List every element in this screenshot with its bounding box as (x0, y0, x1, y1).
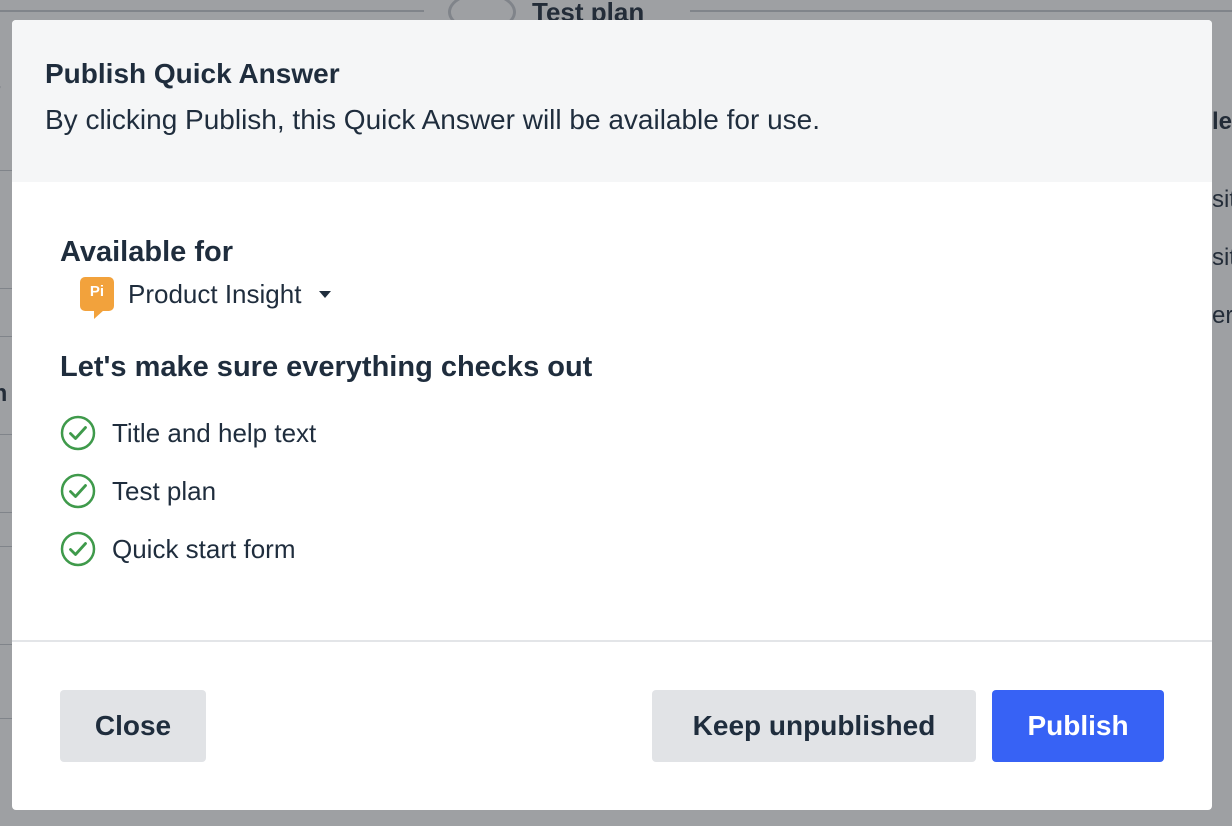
check-circle-icon (60, 531, 96, 567)
dialog-footer: Close Keep unpublished Publish (12, 642, 1212, 810)
check-item: Title and help text (60, 404, 1164, 462)
checks-heading: Let's make sure everything checks out (60, 351, 593, 383)
check-label: Title and help text (112, 417, 317, 448)
dialog-subtitle: By clicking Publish, this Quick Answer w… (45, 104, 821, 135)
checks-list: Title and help text Test plan Quick star… (60, 404, 1164, 578)
close-button[interactable]: Close (60, 690, 206, 762)
check-circle-icon (60, 473, 96, 509)
dialog-header: Publish Quick Answer By clicking Publish… (12, 20, 1212, 182)
dialog-body: Available for Pi Product Insight Let's m… (12, 182, 1212, 640)
check-item: Quick start form (60, 520, 1164, 578)
check-circle-icon (60, 415, 96, 451)
available-for-heading: Available for (60, 236, 233, 268)
check-label: Quick start form (112, 533, 296, 564)
product-insight-icon: Pi (80, 277, 114, 319)
publish-button[interactable]: Publish (992, 690, 1164, 762)
check-label: Test plan (112, 475, 217, 506)
caret-down-icon (319, 290, 332, 298)
check-item: Test plan (60, 462, 1164, 520)
keep-unpublished-button[interactable]: Keep unpublished (652, 690, 976, 762)
publish-dialog: Publish Quick Answer By clicking Publish… (12, 20, 1212, 810)
product-select[interactable]: Pi Product Insight (80, 277, 332, 319)
product-name: Product Insight (128, 278, 302, 309)
dialog-title: Publish Quick Answer (45, 58, 340, 89)
